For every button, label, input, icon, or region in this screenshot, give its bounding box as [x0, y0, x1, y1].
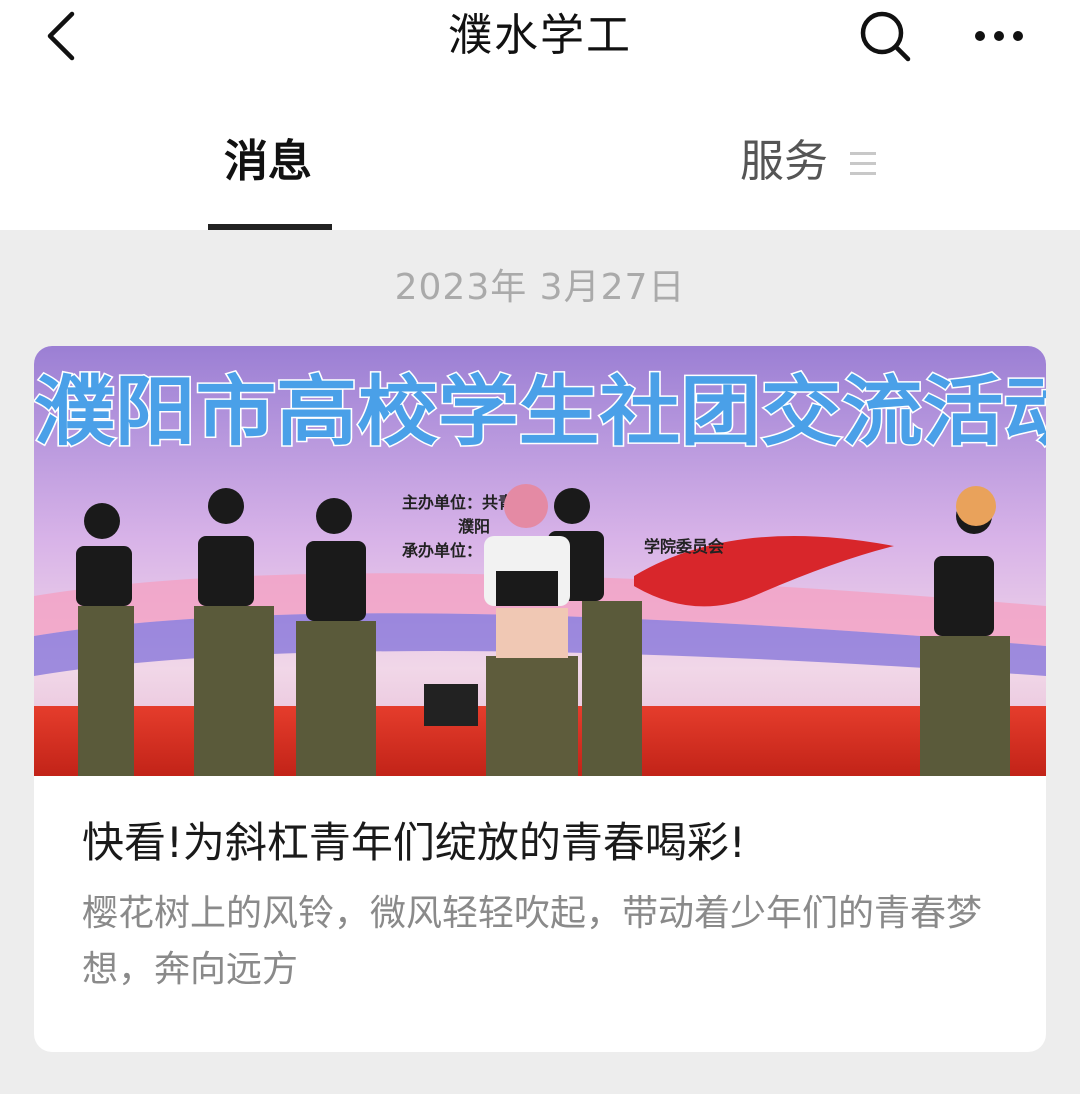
article-card[interactable]: 濮阳市高校学生社团交流活动 主办单位：共青团 濮阳 承办单位： 学院委员会 快看… [34, 346, 1046, 1052]
page-title: 濮水学工 [448, 10, 632, 61]
cover-sign-line: 学院委员会 [644, 537, 724, 556]
tab-messages[interactable]: 消息 [224, 132, 312, 192]
menu-lines-icon[interactable] [850, 150, 876, 178]
search-icon [860, 11, 911, 62]
more-dots-icon [975, 31, 1023, 41]
active-tab-indicator [208, 224, 332, 230]
more-button[interactable] [964, 6, 1034, 66]
cover-sign-line: 承办单位： [402, 541, 482, 560]
article-summary: 樱花树上的风铃，微风轻轻吹起，带动着少年们的青春梦想，奔向远方 [82, 893, 983, 990]
article-title[interactable]: 快看!为斜杠青年们绽放的青春喝彩! [82, 812, 1012, 874]
tab-services[interactable]: 服务 [740, 132, 828, 192]
top-bar: 濮水学工 消息 服务 [0, 0, 1080, 230]
message-date: 2023年 3月27日 [394, 267, 686, 308]
search-button[interactable] [854, 6, 916, 66]
cover-sign-line: 濮阳 [458, 517, 490, 536]
cover-banner-text: 濮阳市高校学生社团交流活动 [34, 367, 1046, 456]
article-cover-image: 濮阳市高校学生社团交流活动 主办单位：共青团 濮阳 承办单位： 学院委员会 [34, 346, 1046, 776]
